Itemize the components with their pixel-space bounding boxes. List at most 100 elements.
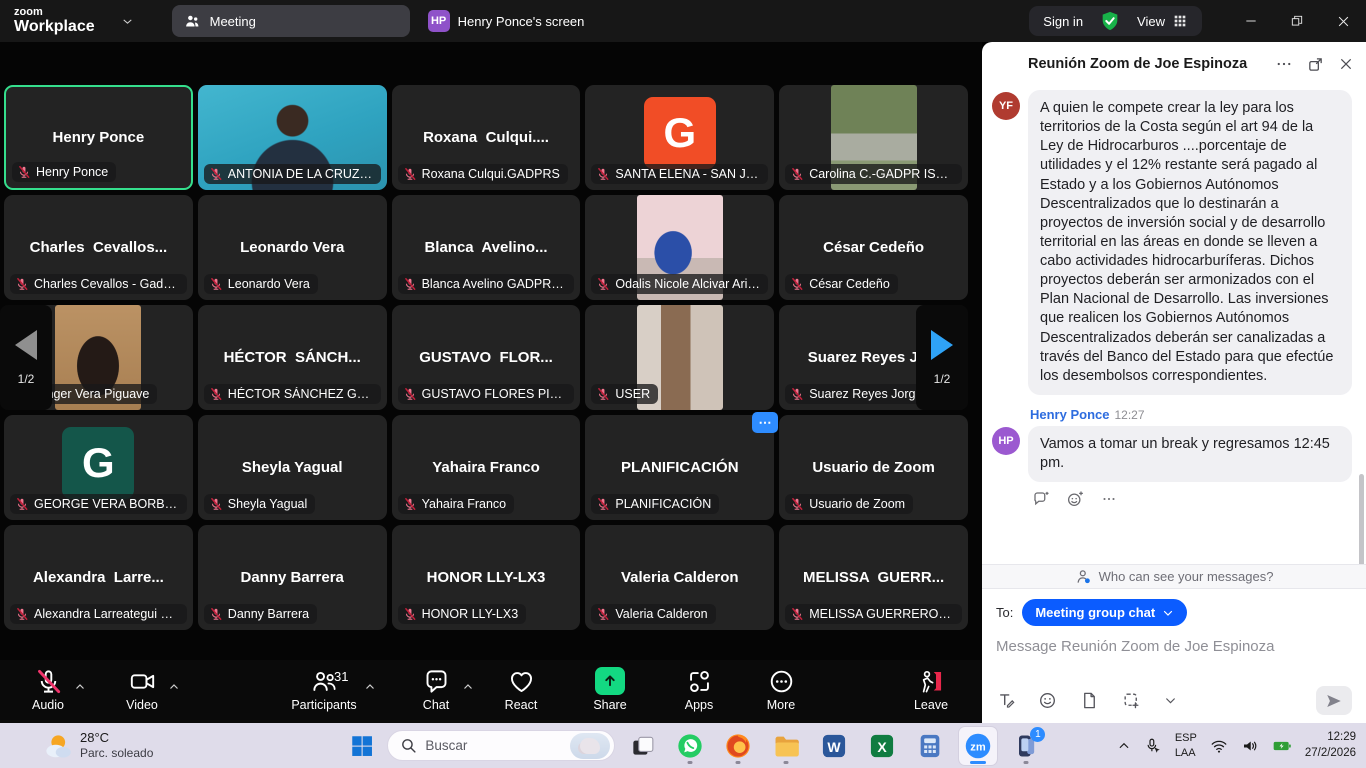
participant-tile[interactable]: Yahaira FrancoYahaira Franco [392, 415, 581, 520]
excel-taskbar-button[interactable]: X [863, 727, 901, 765]
chevron-up-icon[interactable] [168, 681, 180, 693]
participant-tile[interactable]: Charles Cevallos...Charles Cevallos - Ga… [4, 195, 193, 300]
participant-tile[interactable]: Blanca Avelino...Blanca Avelino GADPR AN… [392, 195, 581, 300]
participant-tile[interactable]: Alexandra Larre...Alexandra Larreategui … [4, 525, 193, 630]
whatsapp-taskbar-button[interactable] [671, 727, 709, 765]
reply-icon[interactable] [1032, 490, 1050, 508]
lang-line1: ESP [1175, 731, 1197, 745]
windows-icon [349, 733, 375, 759]
clock[interactable]: 12:29 27/2/2026 [1305, 730, 1356, 761]
wifi-icon[interactable] [1210, 737, 1228, 755]
firefox-taskbar-button[interactable] [719, 727, 757, 765]
participant-tile[interactable]: ANTONIA DE LA CRUZ-GA... [198, 85, 387, 190]
voice-access-icon[interactable] [1144, 737, 1162, 755]
participant-tile[interactable]: Usuario de ZoomUsuario de Zoom [779, 415, 968, 520]
recipient-selector[interactable]: Meeting group chat [1022, 599, 1187, 626]
participants-button[interactable]: 31Participants [288, 667, 360, 712]
video-button[interactable]: Video [106, 667, 178, 712]
notifications-taskbar-button[interactable]: 1 [1007, 727, 1045, 765]
chevron-up-icon[interactable] [462, 681, 474, 693]
participant-name-text: GUSTAVO FLORES PIGUAVE [422, 387, 567, 401]
minimize-button[interactable] [1228, 0, 1274, 42]
participant-tile[interactable]: HÉCTOR SÁNCH...HÉCTOR SÁNCHEZ GAD AT... [198, 305, 387, 410]
view-button[interactable]: View [1137, 13, 1188, 29]
word-taskbar-button[interactable]: W [815, 727, 853, 765]
chat-button[interactable]: Chat [400, 667, 472, 712]
message-input[interactable]: Message Reunión Zoom de Joe Espinoza [996, 638, 1352, 655]
chat-close-icon[interactable] [1338, 56, 1354, 72]
recipient-label: Meeting group chat [1035, 605, 1155, 620]
participant-name-text: Carolina C.-GADPR ISLA SA... [809, 167, 954, 181]
format-icon[interactable] [996, 691, 1015, 710]
privacy-note[interactable]: Who can see your messages? [982, 564, 1366, 589]
attach-file-icon[interactable] [1080, 691, 1099, 710]
participant-tile[interactable]: GSANTA ELENA - SAN JOSÉ ... [585, 85, 774, 190]
hidden-icons-button[interactable] [1117, 739, 1131, 753]
participant-tile[interactable]: Sheyla YagualSheyla Yagual [198, 415, 387, 520]
battery-icon[interactable] [1272, 736, 1292, 756]
chevron-up-icon[interactable] [74, 681, 86, 693]
screenshot-icon[interactable] [1122, 691, 1141, 710]
previous-page-button[interactable]: 1/2 [0, 305, 52, 410]
participant-tile[interactable]: Henry PonceHenry Ponce [4, 85, 193, 190]
participant-tile[interactable]: Odalis Nicole Alcivar Arias [585, 195, 774, 300]
chat-scrollbar[interactable] [1359, 474, 1364, 564]
chevron-down-icon[interactable] [1164, 694, 1177, 707]
participant-name-label: MELISSA GUERRERO GADP... [785, 604, 962, 624]
keyboard-layout[interactable]: ESP LAA [1175, 731, 1197, 760]
leave-button[interactable]: Leave [895, 667, 967, 712]
calculator-taskbar-button[interactable] [911, 727, 949, 765]
close-button[interactable] [1320, 0, 1366, 42]
share-button[interactable]: Share [574, 667, 646, 712]
tab-henry-ponces-screen[interactable]: HP Henry Ponce's screen [428, 10, 585, 32]
audio-button[interactable]: Audio [12, 667, 84, 712]
tab-meeting[interactable]: Meeting [172, 5, 410, 37]
apps-button[interactable]: Apps [663, 667, 735, 712]
emoji-icon[interactable] [1038, 691, 1057, 710]
participant-tile[interactable]: USER [585, 305, 774, 410]
participant-tile[interactable]: GUSTAVO FLOR...GUSTAVO FLORES PIGUAVE [392, 305, 581, 410]
add-reaction-icon[interactable] [1066, 490, 1084, 508]
participant-name-text: Alexandra Larreategui GAD... [34, 607, 179, 621]
chat-message-list[interactable]: YFA quien le compete crear la ley para l… [982, 86, 1366, 564]
popout-icon[interactable] [1307, 56, 1324, 73]
start-button[interactable] [343, 727, 381, 765]
tile-more-options-button[interactable]: ⋯ [752, 412, 778, 433]
participant-name-label: Leonardo Vera [204, 274, 318, 294]
chat-header: Reunión Zoom de Joe Espinoza [982, 42, 1366, 86]
chevron-down-icon[interactable] [121, 15, 134, 28]
tray-date: 27/2/2026 [1305, 746, 1356, 762]
chevron-up-icon[interactable] [364, 681, 376, 693]
send-button[interactable] [1316, 686, 1352, 715]
mic-muted-icon [596, 387, 610, 401]
participant-tile[interactable]: Valeria CalderonValeria Calderon [585, 525, 774, 630]
participant-name-text: ANTONIA DE LA CRUZ-GA... [228, 167, 373, 181]
weather-widget[interactable]: 28°C Parc. soleado [42, 730, 153, 761]
more-button[interactable]: More [745, 667, 817, 712]
sign-in-button[interactable]: Sign in [1043, 14, 1083, 29]
react-button[interactable]: React [485, 667, 557, 712]
volume-icon[interactable] [1241, 737, 1259, 755]
participant-tile[interactable]: HONOR LLY-LX3HONOR LLY-LX3 [392, 525, 581, 630]
message-more-icon[interactable] [1100, 490, 1118, 508]
participant-tile[interactable]: Leonardo VeraLeonardo Vera [198, 195, 387, 300]
task-view-taskbar-button[interactable] [623, 727, 661, 765]
participant-tile[interactable]: Danny BarreraDanny Barrera [198, 525, 387, 630]
participant-name-text: MELISSA GUERRERO GADP... [809, 607, 954, 621]
zoom-taskbar-button[interactable]: zm [959, 727, 997, 765]
share-label: Share [593, 698, 626, 712]
participant-tile[interactable]: Roxana Culqui....Roxana Culqui.GADPRS [392, 85, 581, 190]
participant-tile[interactable]: MELISSA GUERR...MELISSA GUERRERO GADP... [779, 525, 968, 630]
participant-tile[interactable]: Carolina C.-GADPR ISLA SA... [779, 85, 968, 190]
participant-tile[interactable]: GGEORGE VERA BORBOR [4, 415, 193, 520]
message-sender[interactable]: Henry Ponce [1030, 407, 1109, 422]
audio-label: Audio [32, 698, 64, 712]
search-input[interactable]: Buscar [387, 730, 615, 761]
restore-button[interactable] [1274, 0, 1320, 42]
participant-tile[interactable]: PLANIFICACIÓNPLANIFICACIÓN [585, 415, 774, 520]
file-explorer-taskbar-button[interactable] [767, 727, 805, 765]
participant-tile[interactable]: César CedeñoCésar Cedeño [779, 195, 968, 300]
mic-muted-icon [403, 277, 417, 291]
chat-more-icon[interactable] [1275, 55, 1293, 73]
next-page-button[interactable]: 1/2 [916, 305, 968, 410]
